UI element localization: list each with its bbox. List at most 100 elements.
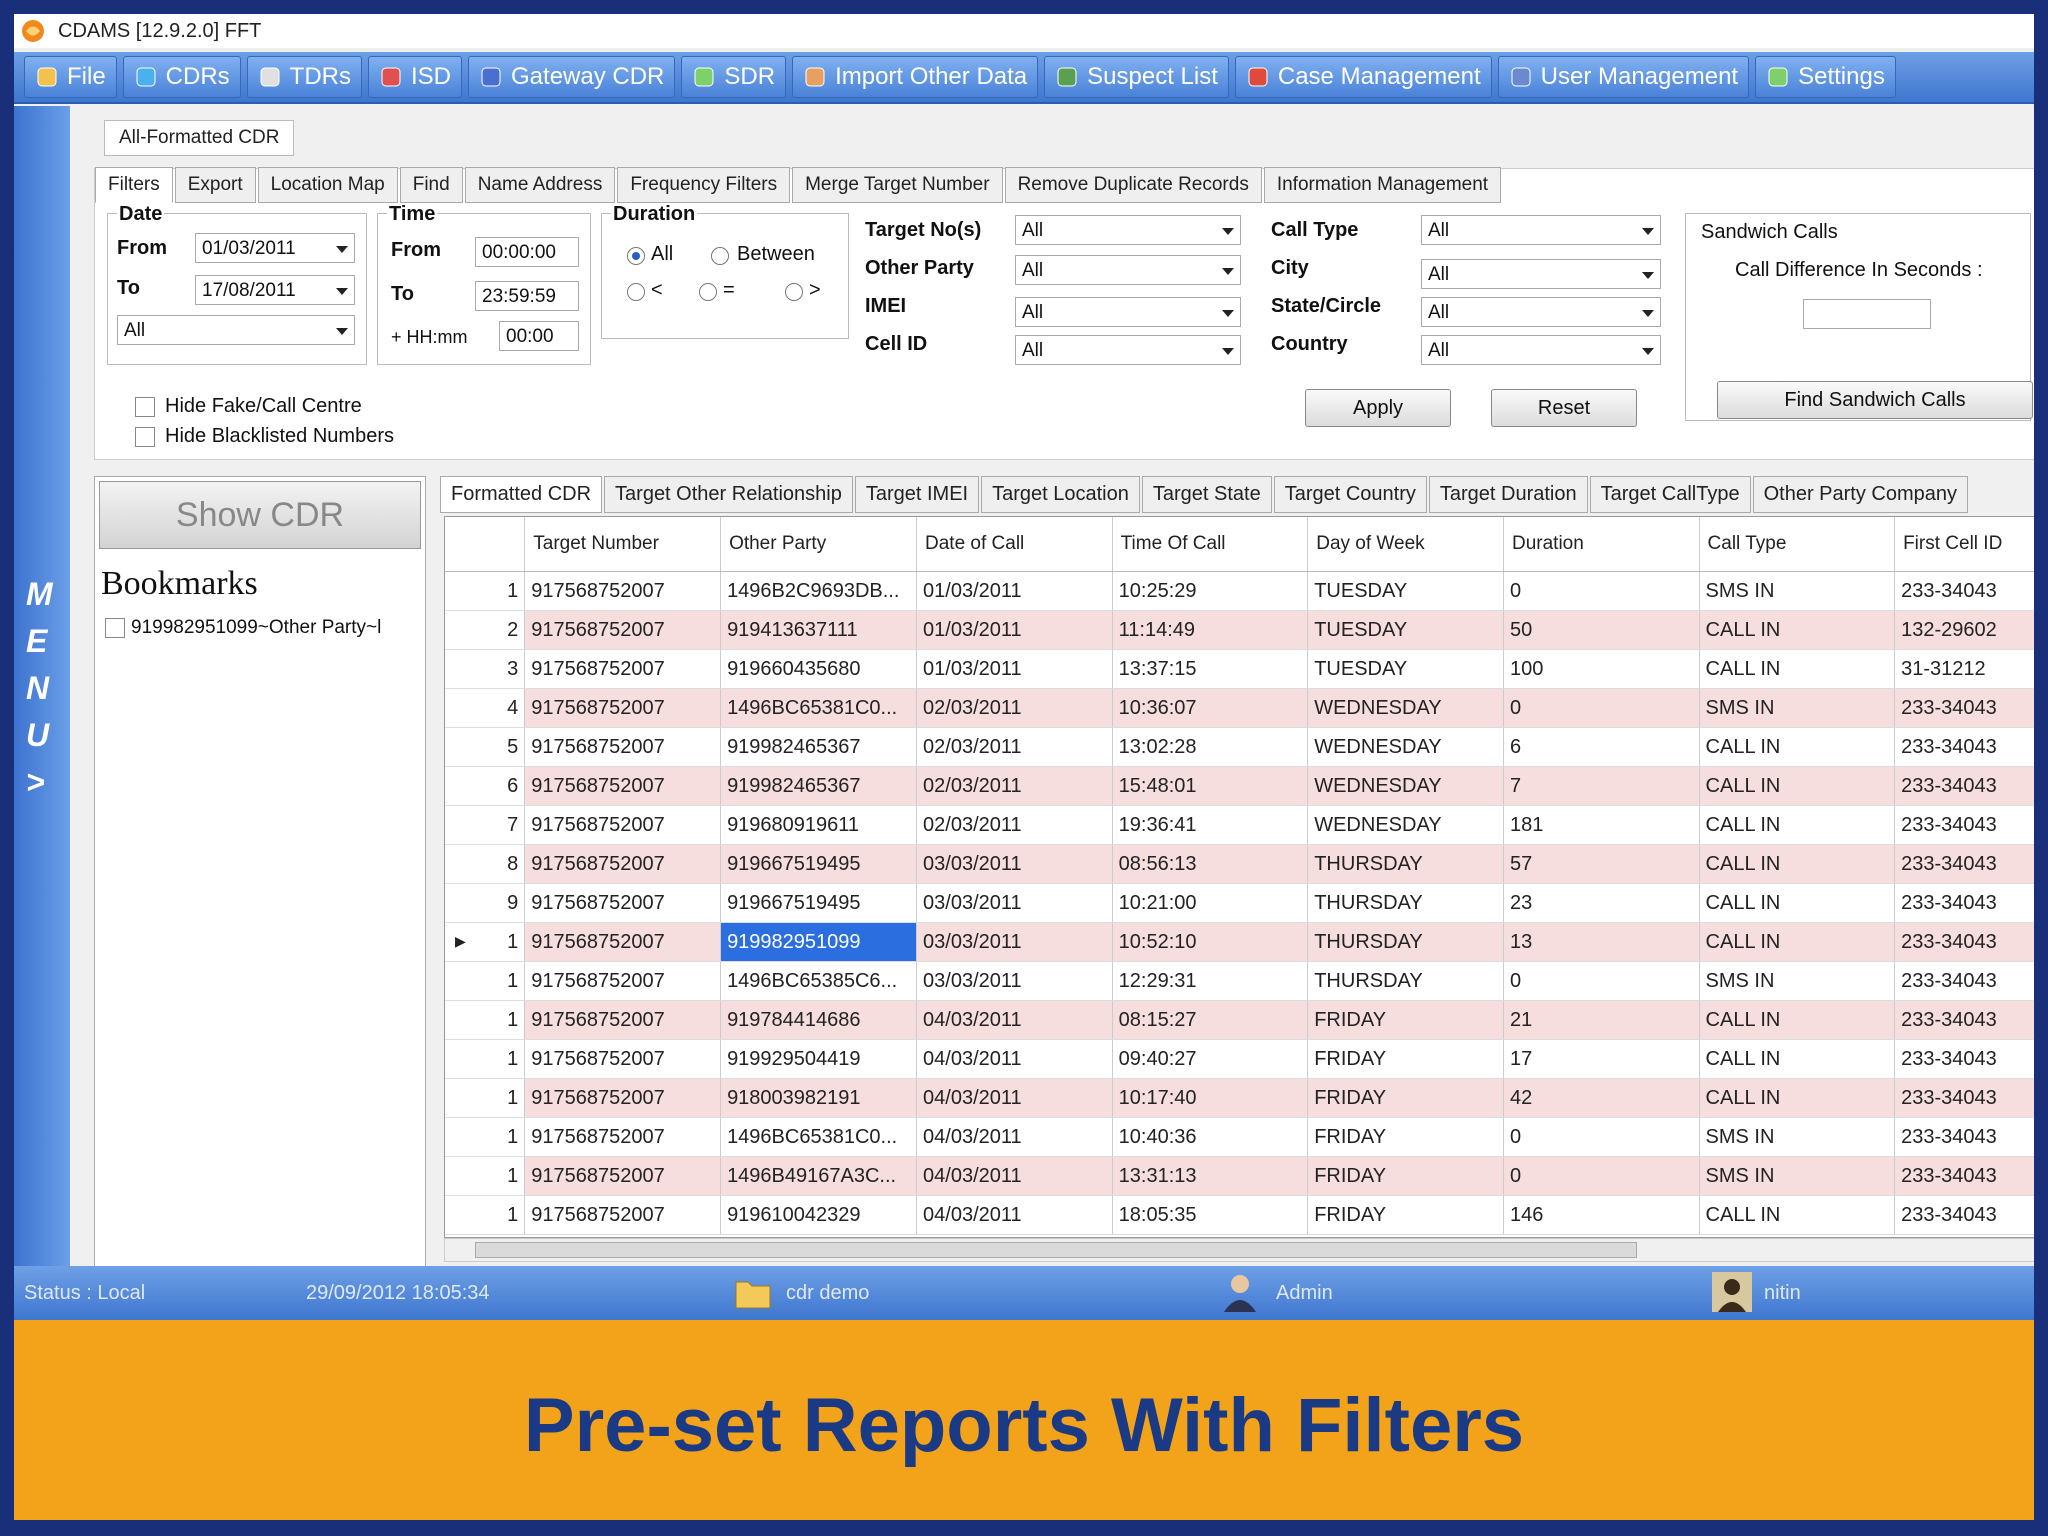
- table-cell[interactable]: 917568752007: [524, 688, 722, 728]
- country-select[interactable]: All: [1421, 335, 1661, 365]
- table-cell[interactable]: 917568752007: [524, 961, 722, 1001]
- table-cell[interactable]: 50: [1503, 610, 1700, 650]
- table-cell[interactable]: 233-34043: [1894, 961, 2034, 1001]
- table-cell[interactable]: WEDNESDAY: [1307, 688, 1504, 728]
- table-cell[interactable]: 11:14:49: [1112, 610, 1309, 650]
- time-to-field[interactable]: 23:59:59: [475, 281, 579, 311]
- table-row[interactable]: 8 917568752007 919667519495 03/03/2011 08:56…: [445, 844, 2034, 884]
- table-cell[interactable]: 919982465367: [720, 727, 918, 767]
- table-cell[interactable]: 12:29:31: [1112, 961, 1309, 1001]
- duration-eq-radio[interactable]: [699, 283, 717, 301]
- table-cell[interactable]: 10:17:40: [1112, 1078, 1309, 1118]
- bookmark-item[interactable]: 919982951099~Other Party~l: [105, 617, 421, 639]
- table-row[interactable]: 1 917568752007 919610042329 04/03/2011 18:05…: [445, 1195, 2034, 1235]
- table-cell[interactable]: 17: [1503, 1039, 1700, 1079]
- table-cell[interactable]: 146: [1503, 1195, 1700, 1235]
- table-cell[interactable]: 919667519495: [720, 844, 918, 884]
- table-cell[interactable]: 02/03/2011: [916, 727, 1113, 767]
- table-cell[interactable]: 1496B49167A3C...: [720, 1156, 918, 1196]
- table-cell[interactable]: 917568752007: [524, 922, 722, 962]
- tab-target-other-relationship[interactable]: Target Other Relationship: [604, 476, 853, 513]
- table-cell[interactable]: SMS IN: [1699, 571, 1896, 611]
- table-cell[interactable]: 31-31212: [1894, 649, 2034, 689]
- table-cell[interactable]: 0: [1503, 688, 1700, 728]
- table-row[interactable]: 9 917568752007 919667519495 03/03/2011 10:21…: [445, 883, 2034, 923]
- call-difference-field[interactable]: [1803, 299, 1931, 329]
- table-cell[interactable]: 10:25:29: [1112, 571, 1309, 611]
- table-row[interactable]: 3 917568752007 919660435680 01/03/2011 13:37…: [445, 649, 2034, 689]
- menu-sdr[interactable]: SDR: [681, 56, 787, 98]
- table-cell[interactable]: 0: [1503, 1156, 1700, 1196]
- table-cell[interactable]: 917568752007: [524, 805, 722, 845]
- tab-find[interactable]: Find: [399, 167, 463, 203]
- tab-remove-duplicate-records[interactable]: Remove Duplicate Records: [1004, 167, 1262, 203]
- table-cell[interactable]: CALL IN: [1699, 883, 1896, 923]
- table-cell[interactable]: 04/03/2011: [916, 1039, 1113, 1079]
- table-cell[interactable]: 917568752007: [524, 1156, 722, 1196]
- table-cell[interactable]: 233-34043: [1894, 1039, 2034, 1079]
- column-header[interactable]: Target Number: [524, 517, 722, 572]
- table-row[interactable]: 1 917568752007 1496BC65385C6... 03/03/2011 1…: [445, 961, 2034, 1001]
- table-cell[interactable]: 1496BC65381C0...: [720, 688, 918, 728]
- tab-target-location[interactable]: Target Location: [981, 476, 1140, 513]
- menu-file[interactable]: File: [24, 56, 117, 98]
- table-cell[interactable]: 917568752007: [524, 844, 722, 884]
- table-cell[interactable]: CALL IN: [1699, 766, 1896, 806]
- table-cell[interactable]: 132-29602: [1894, 610, 2034, 650]
- column-header[interactable]: Other Party: [720, 517, 918, 572]
- side-menu-toggle[interactable]: M E N U >: [14, 106, 70, 1266]
- table-row[interactable]: 1 917568752007 1496B49167A3C... 04/03/2011 1…: [445, 1156, 2034, 1196]
- table-cell[interactable]: SMS IN: [1699, 961, 1896, 1001]
- table-row[interactable]: 6 917568752007 919982465367 02/03/2011 15:48…: [445, 766, 2034, 806]
- show-cdr-button[interactable]: Show CDR: [99, 481, 421, 549]
- table-cell[interactable]: 1496B2C9693DB...: [720, 571, 918, 611]
- find-sandwich-calls-button[interactable]: Find Sandwich Calls: [1717, 381, 2033, 419]
- table-cell[interactable]: 13:02:28: [1112, 727, 1309, 767]
- table-cell[interactable]: CALL IN: [1699, 610, 1896, 650]
- table-cell[interactable]: CALL IN: [1699, 1039, 1896, 1079]
- table-cell[interactable]: 919982951099: [720, 922, 918, 962]
- column-header[interactable]: First Cell ID: [1894, 517, 2034, 572]
- table-cell[interactable]: THURSDAY: [1307, 922, 1504, 962]
- table-cell[interactable]: 0: [1503, 571, 1700, 611]
- table-cell[interactable]: 917568752007: [524, 727, 722, 767]
- menu-suspect-list[interactable]: Suspect List: [1044, 56, 1229, 98]
- table-cell[interactable]: 09:40:27: [1112, 1039, 1309, 1079]
- table-cell[interactable]: 917568752007: [524, 610, 722, 650]
- table-cell[interactable]: 919413637111: [720, 610, 918, 650]
- table-cell[interactable]: 02/03/2011: [916, 688, 1113, 728]
- table-cell[interactable]: FRIDAY: [1307, 1039, 1504, 1079]
- reset-button[interactable]: Reset: [1491, 389, 1637, 427]
- table-row[interactable]: 1 917568752007 919784414686 04/03/2011 08:15…: [445, 1000, 2034, 1040]
- scrollbar-thumb[interactable]: [475, 1242, 1637, 1258]
- table-cell[interactable]: 100: [1503, 649, 1700, 689]
- table-cell[interactable]: 10:36:07: [1112, 688, 1309, 728]
- table-cell[interactable]: 919784414686: [720, 1000, 918, 1040]
- table-cell[interactable]: FRIDAY: [1307, 1117, 1504, 1157]
- state-circle-select[interactable]: All: [1421, 297, 1661, 327]
- tab-target-duration[interactable]: Target Duration: [1428, 476, 1588, 513]
- table-cell[interactable]: WEDNESDAY: [1307, 766, 1504, 806]
- table-cell[interactable]: 233-34043: [1894, 1117, 2034, 1157]
- table-row[interactable]: 1 917568752007 919929504419 04/03/2011 09:40…: [445, 1039, 2034, 1079]
- duration-all-radio[interactable]: [627, 247, 645, 265]
- table-cell[interactable]: 57: [1503, 844, 1700, 884]
- table-cell[interactable]: 01/03/2011: [916, 571, 1113, 611]
- tab-information-management[interactable]: Information Management: [1263, 167, 1502, 203]
- table-cell[interactable]: 233-34043: [1894, 1000, 2034, 1040]
- table-cell[interactable]: 917568752007: [524, 571, 722, 611]
- table-cell[interactable]: 21: [1503, 1000, 1700, 1040]
- table-cell[interactable]: 919680919611: [720, 805, 918, 845]
- table-cell[interactable]: 19:36:41: [1112, 805, 1309, 845]
- column-header[interactable]: Time Of Call: [1112, 517, 1309, 572]
- table-cell[interactable]: 233-34043: [1894, 805, 2034, 845]
- date-from-picker[interactable]: 01/03/2011: [195, 233, 355, 263]
- table-cell[interactable]: FRIDAY: [1307, 1156, 1504, 1196]
- table-cell[interactable]: 15:48:01: [1112, 766, 1309, 806]
- table-cell[interactable]: FRIDAY: [1307, 1078, 1504, 1118]
- table-row[interactable]: 1 917568752007 1496BC65381C0... 04/03/2011 1…: [445, 1117, 2034, 1157]
- hide-blacklisted-checkbox[interactable]: [135, 427, 155, 447]
- duration-lt-radio[interactable]: [627, 283, 645, 301]
- table-cell[interactable]: SMS IN: [1699, 1156, 1896, 1196]
- table-cell[interactable]: 917568752007: [524, 1078, 722, 1118]
